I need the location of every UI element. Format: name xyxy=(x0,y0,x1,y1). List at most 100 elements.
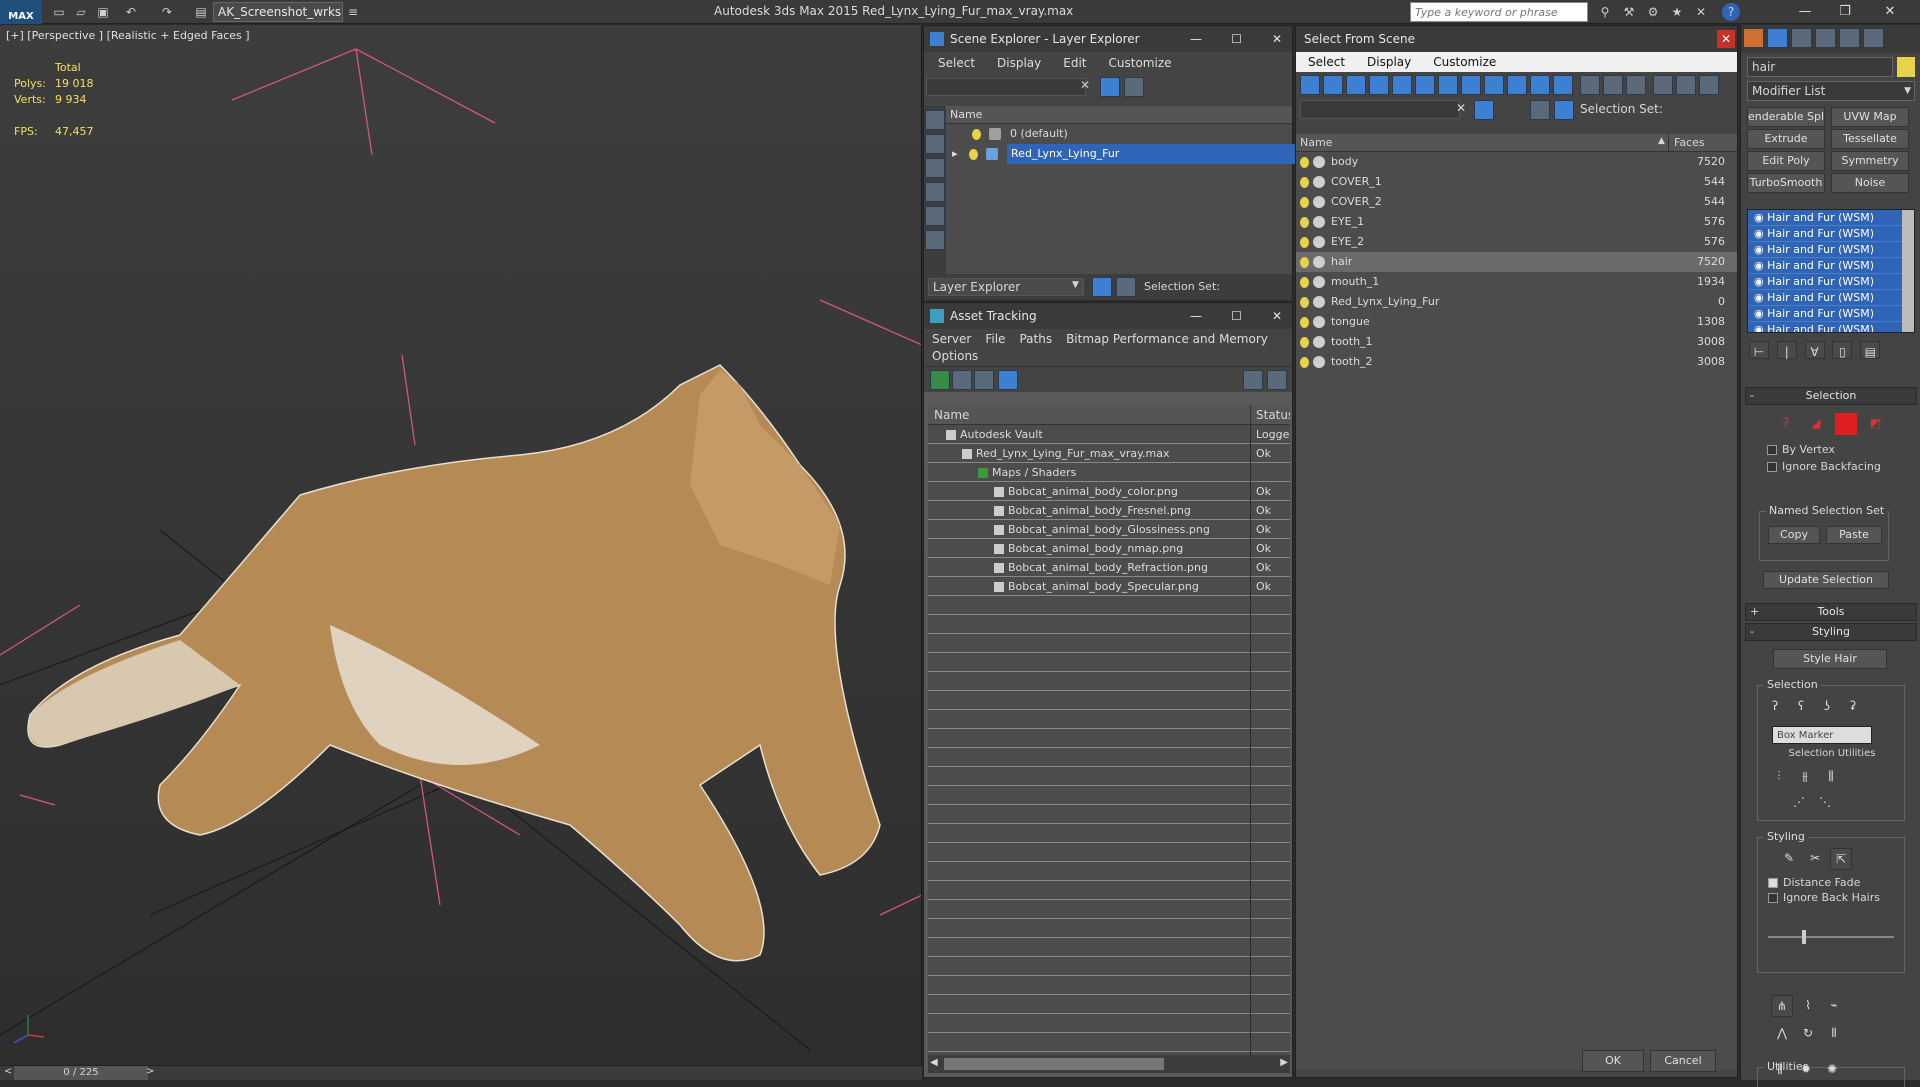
refresh-icon[interactable] xyxy=(930,370,950,390)
ignore-back-hairs-checkbox[interactable]: Ignore Back Hairs xyxy=(1758,889,1904,904)
filter-bones-icon[interactable] xyxy=(1484,75,1504,95)
asset-row[interactable]: Bobcat_animal_body_Fresnel.png Ok xyxy=(928,501,1290,520)
filter-helpers-icon[interactable] xyxy=(1392,75,1412,95)
make-unique-icon[interactable]: ∀ xyxy=(1804,341,1825,359)
se-hierarchy-mode-icon[interactable] xyxy=(1116,277,1136,297)
scroll-left-icon[interactable]: ◀ xyxy=(930,1057,938,1068)
scene-object-row[interactable]: Red_Lynx_Lying_Fur 0 xyxy=(1296,292,1737,312)
at-menu-bitmap-performance[interactable]: Bitmap Performance and Memory xyxy=(1066,332,1268,346)
filter-lights-icon[interactable] xyxy=(1346,75,1366,95)
noise-button[interactable]: Noise xyxy=(1831,173,1909,193)
scene-object-row[interactable]: hair 7520 xyxy=(1296,252,1737,272)
at-col-name[interactable]: Name xyxy=(934,408,969,422)
scene-object-row[interactable]: tooth_2 3008 xyxy=(1296,352,1737,372)
se-display-helpers-icon[interactable] xyxy=(925,230,945,250)
at-menu-server[interactable]: Server xyxy=(932,332,971,346)
at-help-icon[interactable] xyxy=(1243,370,1263,390)
create-tab-icon[interactable] xyxy=(1743,28,1764,48)
undo-icon[interactable]: ↶ xyxy=(122,3,140,21)
restore-button[interactable]: ❐ xyxy=(1830,2,1860,22)
help-icon[interactable]: ? xyxy=(1722,3,1740,21)
brush-size-slider-handle[interactable] xyxy=(1802,930,1806,944)
modifier-stack-item[interactable]: ◉ Hair and Fur (WSM) xyxy=(1748,258,1902,274)
rotate-selection-icon[interactable]: ⫵ xyxy=(1794,766,1816,788)
turbosmooth-button[interactable]: TurboSmooth xyxy=(1747,173,1825,193)
se-filter-icon[interactable] xyxy=(1100,77,1120,97)
lightbulb-toggle-icon[interactable]: ◉ xyxy=(1754,291,1767,304)
se-layer-row[interactable]: 0 (default) xyxy=(946,124,1292,144)
close-button[interactable]: ✕ xyxy=(1875,2,1905,22)
scene-object-row[interactable]: EYE_2 576 xyxy=(1296,232,1737,252)
ignore-backfacing-checkbox[interactable]: Ignore Backfacing xyxy=(1745,456,1917,473)
pin-stack-icon[interactable]: ⊢ xyxy=(1749,341,1769,359)
light-bulb-icon[interactable] xyxy=(1300,316,1309,328)
explorer-type-dropdown[interactable]: Layer Explorer xyxy=(928,278,1084,296)
symmetry-button[interactable]: Symmetry xyxy=(1831,151,1909,171)
tools-icon[interactable]: ⚒ xyxy=(1620,3,1638,21)
filter-shapes-icon[interactable] xyxy=(1323,75,1343,95)
chevron-down-icon[interactable]: ▼ xyxy=(1072,280,1079,290)
select-hair-by-end-icon[interactable]: ʔ xyxy=(1764,696,1786,718)
hair-select-icon[interactable]: ⇱ xyxy=(1830,848,1852,870)
lightbulb-toggle-icon[interactable]: ◉ xyxy=(1754,211,1767,224)
invert-selection-icon[interactable]: ⫶ xyxy=(1768,766,1790,788)
lightbulb-toggle-icon[interactable]: ◉ xyxy=(1754,307,1767,320)
se-menu-select[interactable]: Select xyxy=(938,56,975,70)
sfs-filter-icon[interactable] xyxy=(1652,75,1673,95)
stand-hair-icon[interactable]: ⌇ xyxy=(1797,995,1819,1017)
se-clear-search-icon[interactable]: ✕ xyxy=(1080,78,1090,92)
scene-object-row[interactable]: EYE_1 576 xyxy=(1296,212,1737,232)
sfs-menu-select[interactable]: Select xyxy=(1308,55,1345,69)
sfs-search-field[interactable] xyxy=(1300,100,1460,119)
time-slider[interactable]: < 0 / 225 > xyxy=(0,1065,922,1080)
se-display-shapes-icon[interactable] xyxy=(925,158,945,178)
paste-button[interactable]: Paste xyxy=(1826,526,1882,544)
attenuate-icon[interactable]: ⫼ xyxy=(1769,1059,1791,1081)
list-view-icon[interactable] xyxy=(952,370,972,390)
lynx-model[interactable] xyxy=(27,364,881,962)
at-settings-icon[interactable] xyxy=(1267,370,1287,390)
ok-button[interactable]: OK xyxy=(1582,1050,1644,1072)
scene-explorer-close[interactable]: ✕ xyxy=(1272,26,1282,52)
utilities-tab-icon[interactable] xyxy=(1863,28,1884,48)
sort-ascending-icon[interactable]: ▲ xyxy=(1658,136,1665,146)
modifier-list-dropdown[interactable]: Modifier List ▼ xyxy=(1747,81,1915,101)
select-whole-guide-icon[interactable]: ʕ xyxy=(1790,696,1812,718)
select-none-icon[interactable] xyxy=(1602,75,1623,95)
asset-row[interactable]: Autodesk Vault Logged xyxy=(928,425,1290,444)
scene-explorer-maximize[interactable]: ☐ xyxy=(1231,26,1242,52)
tessellate-button[interactable]: Tessellate xyxy=(1831,129,1909,149)
box-marker-dropdown[interactable]: Box Marker xyxy=(1772,726,1872,744)
lightbulb-toggle-icon[interactable]: ◉ xyxy=(1754,323,1767,332)
motion-tab-icon[interactable] xyxy=(1815,28,1836,48)
hair-cut-icon[interactable]: ✂ xyxy=(1804,848,1826,870)
update-selection-button[interactable]: Update Selection xyxy=(1763,571,1889,589)
asset-row[interactable]: Bobcat_animal_body_Refraction.png Ok xyxy=(928,558,1290,577)
open-file-icon[interactable]: ▱ xyxy=(72,3,90,21)
light-bulb-icon[interactable] xyxy=(969,148,979,160)
lightbulb-toggle-icon[interactable]: ◉ xyxy=(1754,275,1767,288)
workspace-dropdown[interactable]: AK_Screenshot_wrksp xyxy=(213,2,343,22)
table-view-icon[interactable] xyxy=(998,370,1018,390)
by-vertex-checkbox[interactable]: By Vertex xyxy=(1745,437,1917,456)
at-menu-paths[interactable]: Paths xyxy=(1019,332,1052,346)
hierarchy-tab-icon[interactable] xyxy=(1791,28,1812,48)
perspective-viewport[interactable]: [+] [Perspective ] [Realistic + Edged Fa… xyxy=(0,25,922,1065)
se-menu-edit[interactable]: Edit xyxy=(1063,56,1086,70)
select-guide-by-root-icon[interactable]: ʡ xyxy=(1842,696,1864,718)
selection-rollout-header[interactable]: - Selection xyxy=(1745,387,1917,405)
expand-selection-icon[interactable]: ⫼ xyxy=(1820,766,1842,788)
subscription-icon[interactable]: ⚙ xyxy=(1644,3,1662,21)
show-hidden-icon[interactable]: ⋱ xyxy=(1814,792,1836,814)
light-bulb-icon[interactable] xyxy=(1300,156,1309,168)
thumbnail-view-icon[interactable] xyxy=(974,370,994,390)
expand-arrow-icon[interactable]: ▸ xyxy=(952,147,958,160)
binoculars-icon[interactable]: ⚲ xyxy=(1596,3,1614,21)
save-file-icon[interactable]: ▣ xyxy=(94,3,112,21)
new-file-icon[interactable]: ▭ xyxy=(50,3,68,21)
scale-hair-icon[interactable]: ⫴ xyxy=(1823,1023,1845,1045)
prev-frame-icon[interactable]: < xyxy=(4,1066,12,1077)
scroll-right-icon[interactable]: ▶ xyxy=(1280,1057,1288,1068)
sfs-hierarchy-icon[interactable] xyxy=(1675,75,1696,95)
asset-tracking-minimize[interactable]: — xyxy=(1190,303,1202,329)
